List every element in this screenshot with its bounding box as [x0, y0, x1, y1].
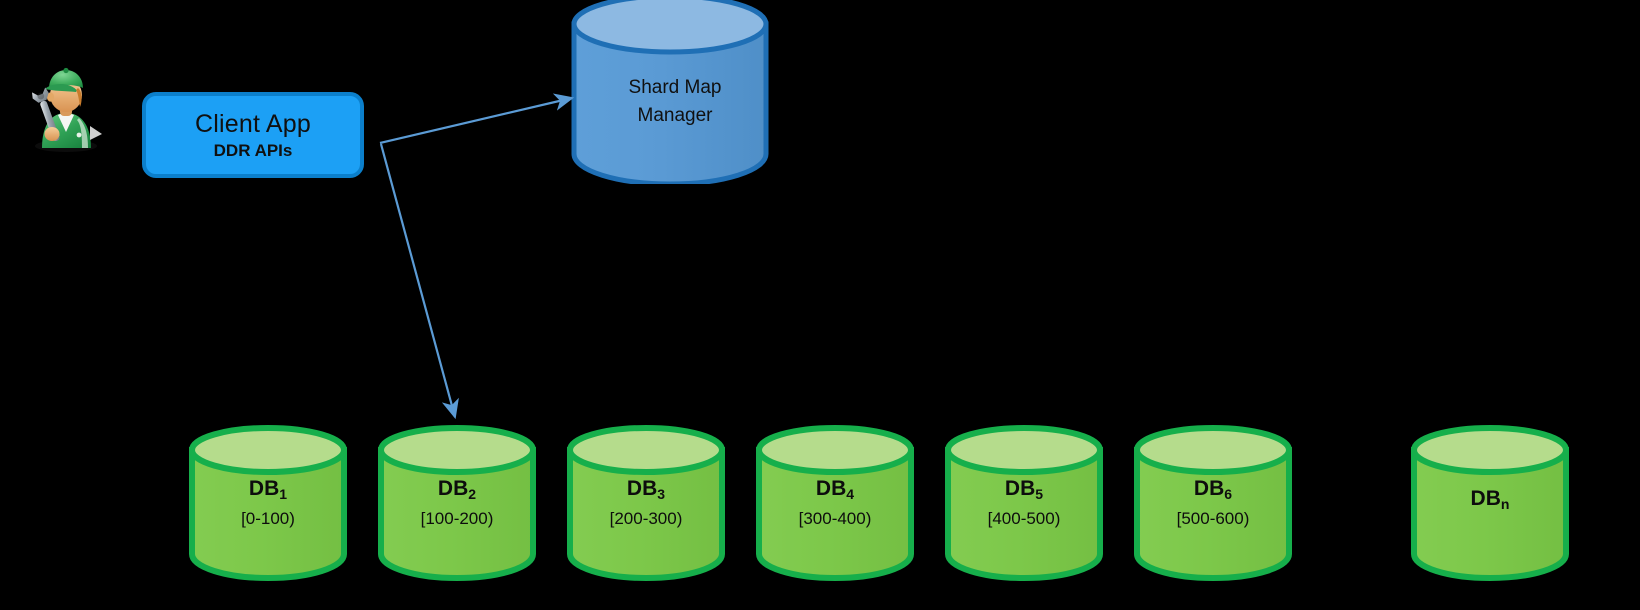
- database-cylinder-icon: [566, 424, 726, 582]
- database-shard-n[interactable]: DBn: [1410, 424, 1570, 582]
- database-shard-1[interactable]: DB1 [0-100): [188, 424, 348, 582]
- database-shard-2[interactable]: DB2 [100-200): [377, 424, 537, 582]
- database-shard-3[interactable]: DB3 [200-300): [566, 424, 726, 582]
- database-cylinder-icon: [1410, 424, 1570, 582]
- database-cylinder-icon: [755, 424, 915, 582]
- client-to-shard-map-arrow: [379, 93, 575, 145]
- database-cylinder-icon: [188, 424, 348, 582]
- database-shard-6[interactable]: DB6 [500-600): [1133, 424, 1293, 582]
- database-shard-5[interactable]: DB5 [400-500): [944, 424, 1104, 582]
- client-to-db2-arrow: [379, 143, 459, 420]
- diagram-canvas: Client App DDR APIs Shard Map Manager DB…: [0, 0, 1640, 610]
- database-cylinder-icon: [944, 424, 1104, 582]
- database-shard-4[interactable]: DB4 [300-400): [755, 424, 915, 582]
- database-cylinder-icon: [1133, 424, 1293, 582]
- database-cylinder-icon: [377, 424, 537, 582]
